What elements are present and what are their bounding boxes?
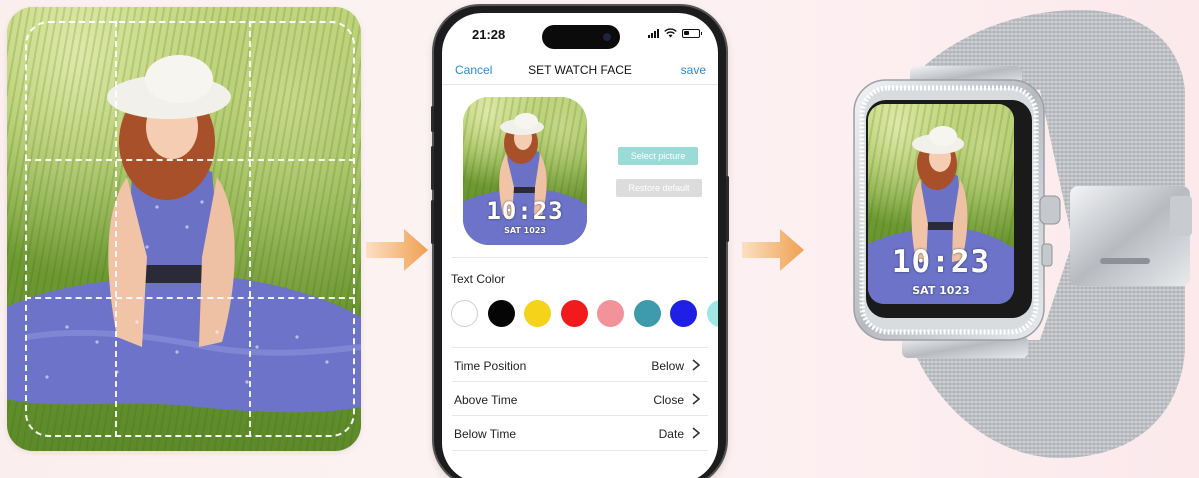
color-swatch[interactable] bbox=[560, 300, 588, 327]
save-button[interactable]: save bbox=[681, 63, 706, 77]
divider bbox=[452, 257, 708, 258]
arrow-right-icon bbox=[742, 229, 804, 271]
color-swatch[interactable] bbox=[670, 300, 697, 327]
setting-value: Close bbox=[653, 393, 684, 407]
status-bar: 21:28 bbox=[442, 13, 718, 53]
status-time: 21:28 bbox=[472, 27, 506, 42]
setting-row-above-time[interactable]: Above Time Close bbox=[452, 381, 708, 415]
watch-screen: 10:23 SAT 1023 bbox=[868, 104, 1014, 304]
watch-face-preview: 10:23 SAT 1023 bbox=[463, 97, 587, 245]
wifi-icon bbox=[664, 28, 677, 38]
nav-bar: SET WATCH FACE Cancel save bbox=[442, 57, 718, 85]
crop-guide bbox=[25, 159, 355, 161]
chevron-right-icon bbox=[692, 359, 701, 371]
crop-frame[interactable] bbox=[25, 21, 355, 437]
arrow-right-icon bbox=[366, 229, 428, 271]
setting-label: Time Position bbox=[454, 359, 527, 373]
color-swatch[interactable] bbox=[706, 300, 718, 327]
select-picture-button[interactable]: Select picture bbox=[618, 147, 698, 165]
watch-time: 10:23 bbox=[891, 244, 991, 280]
setting-label: Above Time bbox=[454, 393, 518, 407]
setting-value: Date bbox=[658, 427, 684, 441]
setting-row-below-time[interactable]: Below Time Date bbox=[452, 415, 708, 449]
crop-guide bbox=[249, 21, 251, 437]
color-swatch[interactable] bbox=[597, 300, 624, 327]
color-swatch[interactable] bbox=[451, 300, 478, 327]
divider bbox=[452, 450, 708, 451]
setting-value: Below bbox=[651, 359, 684, 373]
setting-row-time-position[interactable]: Time Position Below bbox=[452, 347, 708, 381]
preview-time: 10:23 bbox=[486, 197, 564, 225]
color-swatch[interactable] bbox=[633, 300, 661, 327]
crop-guide bbox=[25, 297, 355, 299]
cancel-button[interactable]: Cancel bbox=[455, 63, 492, 77]
text-color-label: Text Color bbox=[451, 272, 506, 286]
dynamic-island bbox=[542, 25, 620, 49]
color-swatch[interactable] bbox=[524, 300, 551, 327]
setting-label: Below Time bbox=[454, 427, 517, 441]
battery-icon bbox=[682, 28, 702, 38]
signal-icon bbox=[648, 28, 659, 38]
source-photo bbox=[7, 7, 361, 451]
crop-guide bbox=[115, 21, 117, 437]
color-swatch-row bbox=[451, 300, 718, 330]
app-screen: 21:28 SET WATCH FACE Cancel save 10:23 S… bbox=[442, 13, 718, 478]
preview-date: SAT 1023 bbox=[504, 226, 546, 235]
restore-default-button[interactable]: Restore default bbox=[616, 179, 702, 197]
color-swatch[interactable] bbox=[487, 300, 515, 327]
chevron-right-icon bbox=[692, 393, 701, 405]
watch-date: SAT 1023 bbox=[912, 284, 970, 297]
chevron-right-icon bbox=[692, 427, 701, 439]
phone-mockup: 21:28 SET WATCH FACE Cancel save 10:23 S… bbox=[431, 6, 729, 478]
